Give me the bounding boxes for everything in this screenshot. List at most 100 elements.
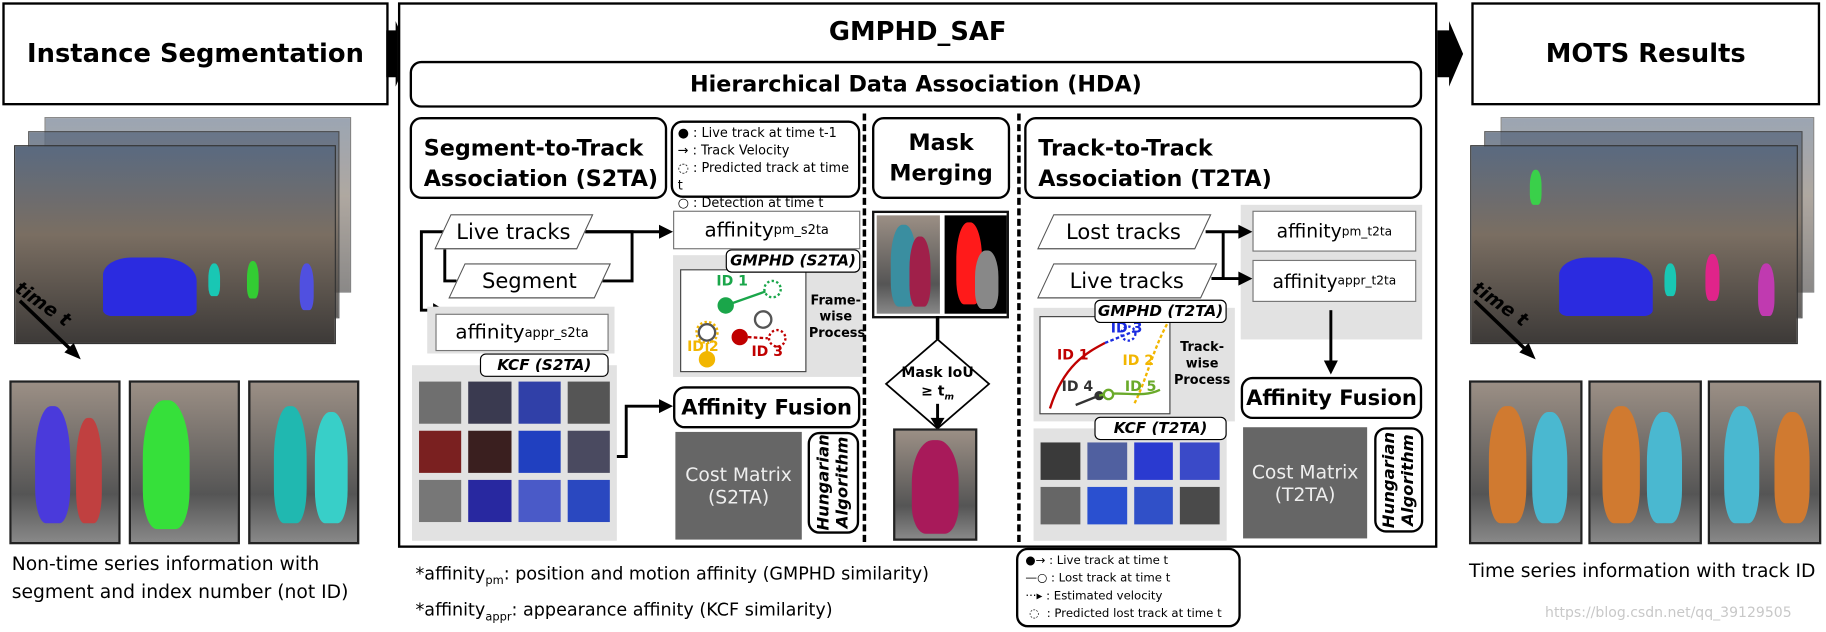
footnotes: *affinitypm: position and motion affinit… <box>416 559 929 632</box>
footnote-sub: appr <box>485 611 512 624</box>
legend-item: ●→ : Live track at time t <box>1025 554 1169 568</box>
dotted-arrow-icon: ···▸ <box>1025 589 1043 603</box>
process-text: Track- <box>1180 339 1225 355</box>
cost-matrix-text: Cost Matrix <box>685 463 792 486</box>
watermark: https://blog.csdn.net/qq_39129505 <box>1545 603 1792 621</box>
cost-matrix-t2ta: Cost Matrix (T2TA) <box>1243 427 1368 539</box>
hungarian-line: Algorithm <box>833 437 853 529</box>
legend-item: ◌ : Predicted track at time t <box>677 160 850 194</box>
cost-matrix-text: Cost Matrix <box>1251 460 1359 483</box>
t2ta-title: Track-to-Track Association (T2TA) <box>1024 117 1423 199</box>
legend-item: —○ : Lost track at time t <box>1025 572 1171 586</box>
hungarian-text: Hungarian Algorithm <box>815 435 852 531</box>
result-thumbnail <box>1707 380 1822 545</box>
left-caption-line: segment and index number (not ID) <box>11 580 349 603</box>
legend-item: ◌ : Predicted lost track at time t <box>1025 607 1222 621</box>
s2ta-title: Segment-to-Track Association (S2TA) <box>409 117 668 199</box>
affinity-text: affinity <box>1272 269 1338 293</box>
segment-label: Segment <box>482 268 578 294</box>
cost-matrix-s2ta: Cost Matrix (S2TA) <box>675 431 802 540</box>
t2ta-title-line: Track-to-Track <box>1038 135 1213 162</box>
affinity-appr-s2ta: affinity appr_s2ta <box>435 313 609 352</box>
lost-tracks-input: Lost tracks <box>1037 214 1212 250</box>
s2ta-legend: ● : Live track at time t-1 → : Track Vel… <box>670 120 861 211</box>
left-caption-line: Non-time series information with <box>11 552 320 575</box>
affinity-subscript: pm_s2ta <box>773 222 829 238</box>
legend-text: Predicted track at time t <box>677 160 850 194</box>
live-tracks-input: Live tracks <box>434 214 594 250</box>
footnote: *affinitypm: position and motion affinit… <box>416 559 929 595</box>
legend-text: Estimated velocity <box>1053 589 1163 603</box>
affinity-subscript: appr_t2ta <box>1337 273 1397 288</box>
legend-item: ● : Live track at time t-1 <box>677 125 837 141</box>
id1-predicted <box>763 279 782 299</box>
hungarian-line: Algorithm <box>1398 434 1418 526</box>
mask-iou-text: Mask IoU ≥ tm <box>895 363 979 407</box>
mask-binary-image <box>944 215 1007 314</box>
hungarian-algorithm-t2ta: Hungarian Algorithm <box>1374 427 1424 533</box>
mask-iou-line: ≥ t <box>921 382 945 400</box>
segment-thumbnail <box>248 380 360 545</box>
t2ta-legend: ●→ : Live track at time t —○ : Lost trac… <box>1015 547 1241 628</box>
footnote-term: *affinity <box>415 563 486 585</box>
affinity-pm-s2ta: affinity pm_s2ta <box>673 210 861 250</box>
divider <box>1017 113 1021 542</box>
kcf-s2ta-label: KCF (S2TA) <box>479 353 609 377</box>
live-track-arrow-icon: ●→ <box>1025 554 1046 568</box>
affinity-pm-t2ta: affinity pm_t2ta <box>1252 210 1417 252</box>
live-tracks-label: Live tracks <box>456 219 572 245</box>
arrow-right-icon <box>1437 21 1464 87</box>
legend-item: → : Track Velocity <box>677 142 790 159</box>
id1-label: ID 1 <box>716 272 748 290</box>
gmphd-t2ta-label: GMPHD (T2TA) <box>1094 299 1227 324</box>
result-thumbnail <box>1588 380 1702 545</box>
footnote: *affinityappr: appearance affinity (KCF … <box>416 596 929 632</box>
process-text: wise <box>819 309 853 325</box>
track-wise-process-label: Track- wise Process <box>1173 339 1232 388</box>
mots-results-title: MOTS Results <box>1471 2 1821 106</box>
s2ta-title-line: Segment-to-Track <box>423 135 644 162</box>
process-text: Process <box>808 325 866 341</box>
id1-live-track <box>717 297 734 314</box>
hungarian-line: Hungarian <box>1380 431 1399 529</box>
segment-thumbnail <box>128 380 240 545</box>
affinity-text: affinity <box>1276 220 1342 243</box>
segment-thumbnail <box>9 380 121 545</box>
mask-iou-line: Mask IoU <box>901 364 974 381</box>
s2ta-title-line: Association (S2TA) <box>423 166 659 192</box>
id3-label: ID 3 <box>751 342 784 360</box>
process-text: Frame- <box>810 292 861 308</box>
legend-item: ···▸ : Estimated velocity <box>1025 589 1163 603</box>
time-arrow-icon <box>18 299 81 360</box>
affinity-text: affinity <box>704 218 774 242</box>
left-caption: Non-time series information with segment… <box>12 550 349 606</box>
id2-label: ID 2 <box>687 338 719 355</box>
affinity-subscript: pm_t2ta <box>1341 224 1393 239</box>
right-caption: Time series information with track ID <box>1468 559 1816 582</box>
gmphd-t2ta-graph: ID 3 ID 1 ID 2 ID 4 ID 5 <box>1039 316 1171 415</box>
cost-matrix-text: (S2TA) <box>707 485 770 508</box>
merged-mask-image <box>893 428 978 541</box>
segment-input: Segment <box>448 263 611 299</box>
cost-matrix-text: (T2TA) <box>1274 482 1336 506</box>
frame-wise-process-label: Frame- wise Process <box>808 292 866 342</box>
footnote-text: : position and motion affinity (GMPHD si… <box>503 563 929 585</box>
time-arrow-icon <box>1473 299 1536 360</box>
id5-label: ID 5 <box>1124 378 1157 395</box>
hungarian-line: Hungarian <box>814 434 834 531</box>
mask-iou-sub: m <box>944 391 955 402</box>
process-text: wise <box>1185 355 1219 372</box>
arrow-down-icon <box>930 403 945 430</box>
mask-merging-title: Mask Merging <box>872 117 1011 199</box>
footnote-text: : appearance affinity (KCF similarity) <box>511 599 833 621</box>
gmphd-s2ta-graph: ID 1 ID 2 ID 3 <box>680 269 807 373</box>
result-thumbnail <box>1468 380 1583 545</box>
process-text: Process <box>1173 372 1231 388</box>
affinity-text: affinity <box>455 320 525 345</box>
arrow-icon: → <box>677 142 689 159</box>
kcf-t2ta-images <box>1033 428 1227 541</box>
hungarian-text: Hungarian Algorithm <box>1380 432 1417 528</box>
affinity-fusion-s2ta: Affinity Fusion <box>673 386 861 429</box>
id2-label: ID 2 <box>1122 352 1155 369</box>
diagram: Instance Segmentation time t Non-time se… <box>0 0 1826 629</box>
